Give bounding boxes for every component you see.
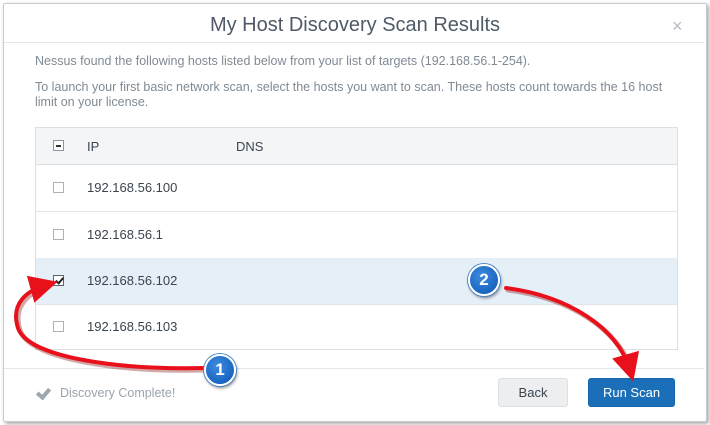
annotation-arrows	[14, 275, 640, 382]
arrow-to-run-scan	[505, 287, 635, 375]
arrow-to-checkbox	[14, 275, 207, 371]
arrow-to-checkbox	[15, 284, 208, 373]
arrow-to-run-scan	[504, 286, 640, 382]
annotation-badge-1: 1	[204, 354, 236, 386]
annotation-badge-2: 2	[468, 264, 500, 296]
